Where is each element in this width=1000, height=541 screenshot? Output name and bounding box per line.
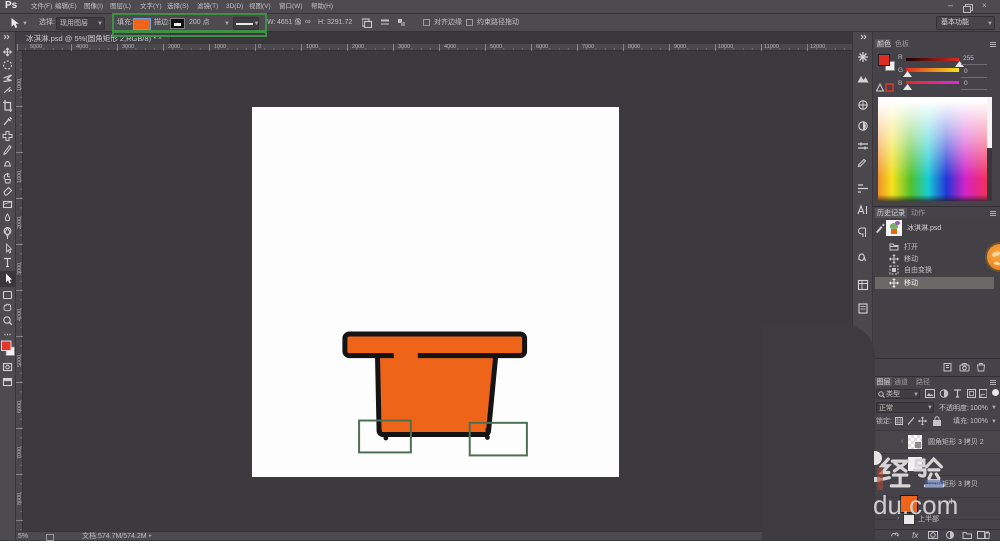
svg-text:fx: fx	[912, 531, 919, 539]
